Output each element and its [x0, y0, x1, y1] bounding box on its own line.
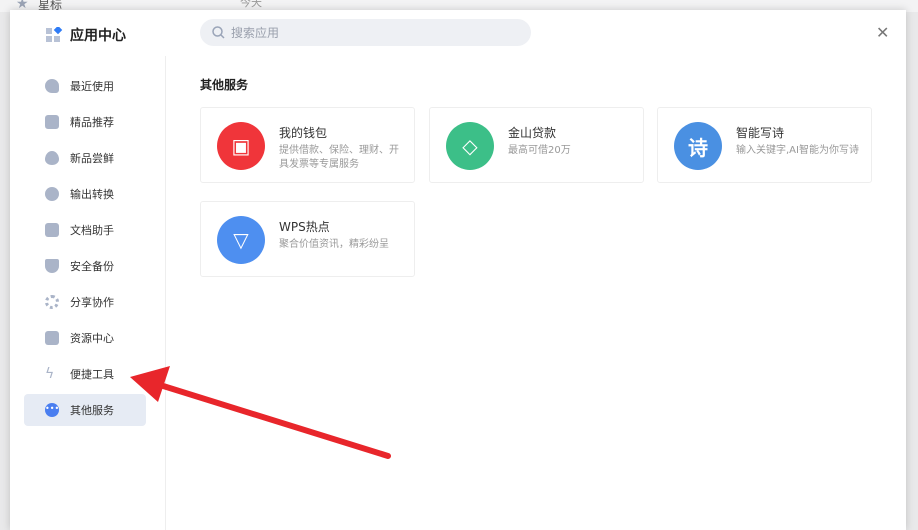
- app-card-name: 智能写诗: [736, 126, 785, 140]
- main-content: 其他服务: [200, 76, 248, 93]
- app-card-desc: 输入关键字,AI智能为你写诗: [736, 145, 859, 156]
- wallet-icon: ▣: [217, 122, 265, 170]
- lightning-icon: ϟ: [45, 366, 55, 382]
- flame-icon: [45, 151, 59, 165]
- diamond-icon: [45, 115, 59, 129]
- background-date-label: 今天: [240, 0, 262, 9]
- app-card-wps-hot[interactable]: ▽ WPS热点 聚合价值资讯，精彩纷呈: [200, 201, 415, 277]
- app-card-desc: 提供借款、保险、理财、开具发票等专属服务: [279, 145, 399, 170]
- share-icon: [45, 295, 59, 309]
- app-card-name: 金山贷款: [508, 126, 557, 140]
- sidebar-item-security[interactable]: 安全备份: [24, 250, 146, 282]
- app-grid-icon: [46, 27, 63, 42]
- sidebar: 最近使用 精品推荐 新品尝鲜 输出转换 文档助手 安全备份 分享协作 资源中心 …: [10, 56, 166, 530]
- sidebar-item-label: 便捷工具: [70, 368, 114, 381]
- app-card-desc: 最高可借20万: [508, 145, 571, 156]
- convert-icon: [45, 187, 59, 201]
- wps-hot-icon: ▽: [217, 216, 265, 264]
- app-center-dialog: 应用中心 搜索应用 ✕ 最近使用 精品推荐 新品尝鲜 输出转换 文档助手 安全备…: [10, 10, 906, 530]
- app-card-poetry[interactable]: 诗 智能写诗 输入关键字,AI智能为你写诗: [657, 107, 872, 183]
- app-card-desc: 聚合价值资讯，精彩纷呈: [279, 239, 389, 250]
- page-title: 应用中心: [70, 28, 126, 44]
- app-card-name: 我的钱包: [279, 126, 328, 140]
- sidebar-item-other-services[interactable]: ••• 其他服务: [24, 394, 146, 426]
- app-center-logo: 应用中心: [46, 25, 126, 45]
- search-placeholder: 搜索应用: [231, 26, 280, 40]
- search-icon: [212, 26, 225, 39]
- sidebar-item-resources[interactable]: 资源中心: [24, 322, 146, 354]
- sidebar-item-label: 其他服务: [70, 404, 114, 417]
- sidebar-item-new[interactable]: 新品尝鲜: [24, 142, 146, 174]
- sidebar-item-label: 安全备份: [70, 260, 114, 273]
- search-input[interactable]: 搜索应用: [200, 19, 531, 46]
- sidebar-item-recent[interactable]: 最近使用: [24, 70, 146, 102]
- document-icon: [45, 223, 59, 237]
- sidebar-item-doc-assistant[interactable]: 文档助手: [24, 214, 146, 246]
- close-icon[interactable]: ✕: [876, 23, 889, 42]
- app-card-name: WPS热点: [279, 220, 330, 234]
- more-icon: •••: [45, 403, 59, 417]
- sidebar-item-label: 输出转换: [70, 188, 114, 201]
- section-title: 其他服务: [200, 78, 249, 92]
- briefcase-icon: [45, 331, 59, 345]
- heart-icon: [45, 79, 59, 93]
- sidebar-item-label: 最近使用: [70, 80, 114, 93]
- sidebar-item-label: 精品推荐: [70, 116, 114, 129]
- sidebar-item-label: 文档助手: [70, 224, 114, 237]
- sidebar-item-label: 资源中心: [70, 332, 114, 345]
- sidebar-item-tools[interactable]: ϟ 便捷工具: [24, 358, 146, 390]
- sidebar-item-convert[interactable]: 输出转换: [24, 178, 146, 210]
- poetry-icon: 诗: [674, 122, 722, 170]
- sidebar-item-label: 分享协作: [70, 296, 114, 309]
- sidebar-item-label: 新品尝鲜: [70, 152, 114, 165]
- shield-icon: [45, 259, 59, 273]
- sidebar-item-share[interactable]: 分享协作: [24, 286, 146, 318]
- sidebar-item-featured[interactable]: 精品推荐: [24, 106, 146, 138]
- app-card-wallet[interactable]: ▣ 我的钱包 提供借款、保险、理财、开具发票等专属服务: [200, 107, 415, 183]
- app-card-loan[interactable]: ◇ 金山贷款 最高可借20万: [429, 107, 644, 183]
- loan-icon: ◇: [446, 122, 494, 170]
